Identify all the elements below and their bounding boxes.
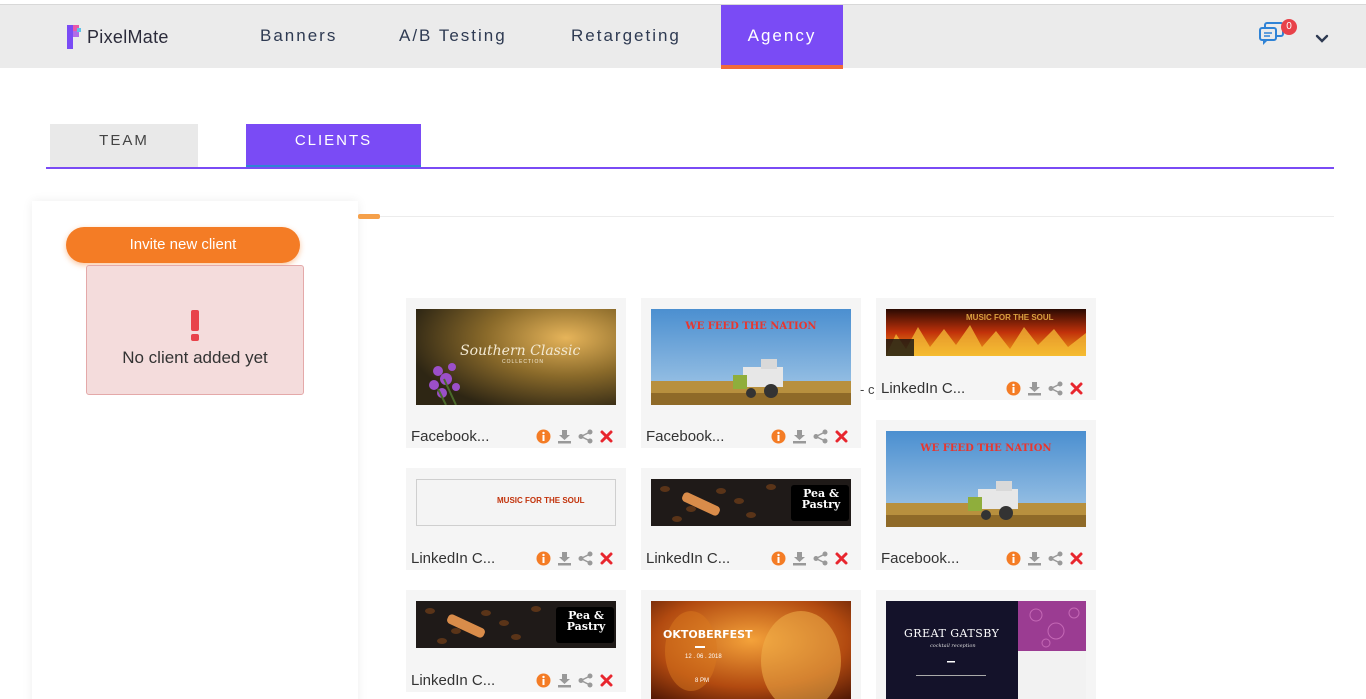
thumb-title: OKTOBERFEST xyxy=(663,628,753,641)
thumb-subtitle: cocktail reception xyxy=(930,643,976,649)
thumb-title: MUSIC FOR THE SOUL xyxy=(966,313,1054,322)
exclamation-icon xyxy=(189,310,201,341)
banner-card[interactable]: Southern Classic COLLECTION Facebook... xyxy=(406,298,626,448)
banner-actions xyxy=(771,429,849,444)
info-icon[interactable] xyxy=(771,551,786,566)
download-icon[interactable] xyxy=(792,551,807,566)
top-navbar: PixelMate Banners A/B Testing Retargetin… xyxy=(0,4,1366,69)
thumb-title: WE FEED THE NATION xyxy=(685,321,817,332)
share-icon[interactable] xyxy=(1048,381,1063,396)
banner-label: LinkedIn C... xyxy=(411,672,496,689)
download-icon[interactable] xyxy=(1027,551,1042,566)
thumb-title: Pea & Pastry xyxy=(801,487,841,511)
pixelmate-logo-icon xyxy=(67,25,81,49)
banner-card[interactable]: MUSIC FOR THE SOUL LinkedIn C... xyxy=(406,468,626,570)
thumb-title: WE FEED THE NATION xyxy=(920,443,1052,454)
banner-label: Facebook... xyxy=(646,428,725,445)
delete-icon[interactable] xyxy=(599,673,614,688)
thumb-date: 12 . 06 . 2018 xyxy=(685,654,722,660)
banner-card[interactable]: GREAT GATSBY cocktail reception xyxy=(876,590,1096,699)
nav-banners[interactable]: Banners xyxy=(260,5,337,69)
logo[interactable]: PixelMate xyxy=(67,25,169,49)
banner-actions xyxy=(1006,381,1084,396)
share-icon[interactable] xyxy=(1048,551,1063,566)
banner-actions xyxy=(536,673,614,688)
nav-agency[interactable]: Agency xyxy=(721,5,843,69)
banner-actions xyxy=(771,551,849,566)
banner-actions xyxy=(536,551,614,566)
download-icon[interactable] xyxy=(1027,381,1042,396)
tab-clients[interactable]: CLIENTS xyxy=(246,124,421,167)
empty-clients-notice: No client added yet xyxy=(86,265,304,395)
banner-thumbnail[interactable]: MUSIC FOR THE SOUL xyxy=(886,309,1086,356)
info-icon[interactable] xyxy=(771,429,786,444)
banner-card[interactable]: OKTOBERFEST 12 . 06 . 2018 8 PM xyxy=(641,590,861,699)
thumb-title: Pea & Pastry xyxy=(566,609,606,633)
thumb-subtitle: COLLECTION xyxy=(502,359,544,365)
info-icon[interactable] xyxy=(1006,381,1021,396)
delete-icon[interactable] xyxy=(834,429,849,444)
banner-card[interactable]: MUSIC FOR THE SOUL LinkedIn C... xyxy=(876,298,1096,400)
banner-label: Facebook... xyxy=(881,550,960,567)
banner-card[interactable]: WE FEED THE NATION Facebook... xyxy=(876,420,1096,570)
banner-card[interactable]: Pea & Pastry LinkedIn C... xyxy=(641,468,861,570)
chevron-down-icon[interactable] xyxy=(1315,31,1329,49)
delete-icon[interactable] xyxy=(834,551,849,566)
banner-label: LinkedIn C... xyxy=(646,550,731,567)
info-icon[interactable] xyxy=(1006,551,1021,566)
info-icon[interactable] xyxy=(536,673,551,688)
banner-card[interactable]: Pea & Pastry LinkedIn C... xyxy=(406,590,626,692)
delete-icon[interactable] xyxy=(599,551,614,566)
banner-thumbnail[interactable]: GREAT GATSBY cocktail reception xyxy=(886,601,1086,699)
invite-client-button[interactable]: Invite new client xyxy=(66,227,300,263)
banner-thumbnail[interactable]: MUSIC FOR THE SOUL xyxy=(416,479,616,526)
divider-accent xyxy=(358,214,380,219)
info-icon[interactable] xyxy=(536,429,551,444)
banner-thumbnail[interactable]: OKTOBERFEST 12 . 06 . 2018 8 PM xyxy=(651,601,851,699)
app-name: PixelMate xyxy=(87,26,169,47)
banner-label: LinkedIn C... xyxy=(881,380,966,397)
thumb-title: Southern Classic xyxy=(460,343,581,359)
share-icon[interactable] xyxy=(578,551,593,566)
download-icon[interactable] xyxy=(792,429,807,444)
banner-thumbnail[interactable]: WE FEED THE NATION xyxy=(886,431,1086,527)
banner-label: Facebook... xyxy=(411,428,490,445)
share-icon[interactable] xyxy=(578,673,593,688)
download-icon[interactable] xyxy=(557,429,572,444)
stray-text: - c xyxy=(860,382,875,397)
thumb-title: GREAT GATSBY xyxy=(904,627,1000,640)
download-icon[interactable] xyxy=(557,551,572,566)
content-divider xyxy=(358,216,1334,217)
thumb-title: MUSIC FOR THE SOUL xyxy=(497,496,585,505)
banner-card[interactable]: WE FEED THE NATION Facebook... xyxy=(641,298,861,448)
nav-ab-testing[interactable]: A/B Testing xyxy=(399,5,507,69)
banner-thumbnail[interactable]: Pea & Pastry xyxy=(416,601,616,648)
share-icon[interactable] xyxy=(813,551,828,566)
banner-thumbnail[interactable]: Pea & Pastry xyxy=(651,479,851,526)
thumb-time: 8 PM xyxy=(695,678,710,684)
empty-message: No client added yet xyxy=(122,348,268,367)
share-icon[interactable] xyxy=(813,429,828,444)
banner-thumbnail[interactable]: WE FEED THE NATION xyxy=(651,309,851,405)
share-icon[interactable] xyxy=(578,429,593,444)
banner-actions xyxy=(1006,551,1084,566)
download-icon[interactable] xyxy=(557,673,572,688)
delete-icon[interactable] xyxy=(599,429,614,444)
delete-icon[interactable] xyxy=(1069,551,1084,566)
banner-label: LinkedIn C... xyxy=(411,550,496,567)
notification-badge: 0 xyxy=(1281,19,1297,35)
tab-underline xyxy=(46,167,1334,169)
info-icon[interactable] xyxy=(536,551,551,566)
banner-thumbnail[interactable]: Southern Classic COLLECTION xyxy=(416,309,616,405)
banner-actions xyxy=(536,429,614,444)
tab-team[interactable]: TEAM xyxy=(50,124,198,167)
delete-icon[interactable] xyxy=(1069,381,1084,396)
nav-retargeting[interactable]: Retargeting xyxy=(571,5,681,69)
